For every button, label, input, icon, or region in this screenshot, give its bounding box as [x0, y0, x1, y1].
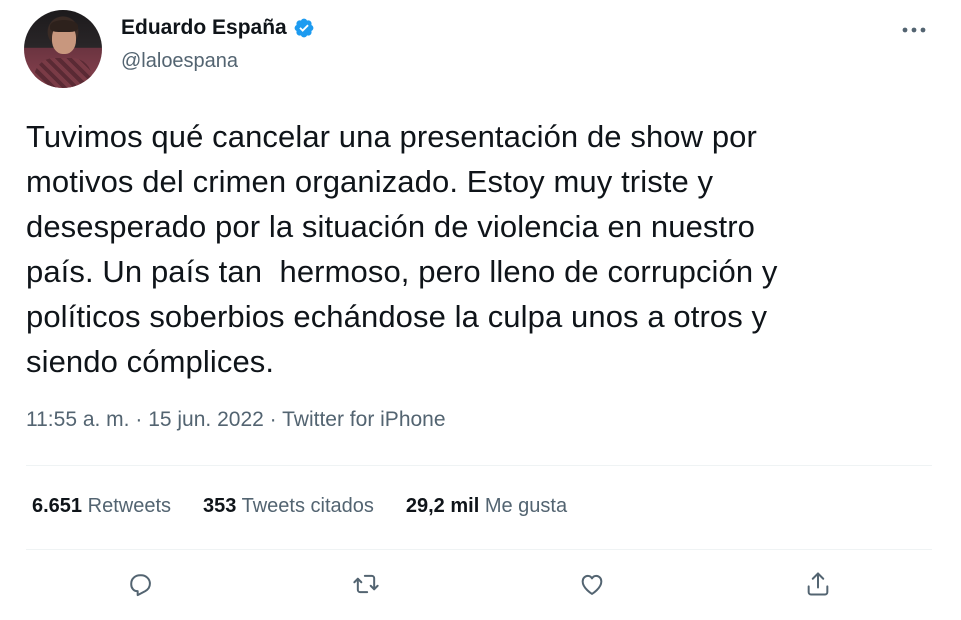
author-handle[interactable]: @laloespana	[121, 50, 238, 73]
like-button[interactable]	[572, 566, 612, 606]
tweet-source[interactable]: Twitter for iPhone	[282, 408, 445, 431]
heart-icon	[578, 570, 606, 603]
likes-count: 29,2 mil	[405, 495, 480, 517]
more-options-icon[interactable]	[896, 18, 932, 42]
tweet-text: Tuvimos qué cancelar una presentación de…	[26, 119, 778, 379]
meta-separator: ·	[269, 408, 277, 431]
share-button[interactable]	[798, 566, 838, 606]
retweets-count: 6.651	[32, 495, 83, 517]
quotes-label: Tweets citados	[241, 495, 374, 517]
tweet-time[interactable]: 11:55 a. m.	[26, 408, 130, 431]
retweets-stat[interactable]: 6.651 Retweets	[32, 495, 171, 518]
likes-label: Me gusta	[484, 495, 568, 517]
reply-button[interactable]	[120, 566, 160, 606]
avatar-shirt	[34, 58, 92, 88]
avatar-hair	[50, 20, 78, 32]
retweet-icon	[351, 570, 381, 603]
tweet-metadata: 11:55 a. m. · 15 jun. 2022 · Twitter for…	[26, 408, 446, 432]
likes-stat[interactable]: 29,2 mil Me gusta	[406, 495, 567, 518]
action-bar	[0, 566, 961, 610]
quotes-stat[interactable]: 353 Tweets citados	[203, 495, 374, 518]
share-icon	[804, 570, 832, 603]
verified-badge-icon	[293, 17, 315, 39]
tweet-card: Eduardo España @laloespana Tuvimos qué c…	[0, 0, 961, 620]
divider-bottom	[26, 549, 932, 550]
quotes-count: 353	[203, 495, 237, 517]
reply-icon	[126, 570, 154, 603]
avatar[interactable]	[24, 10, 102, 88]
divider-top	[26, 465, 932, 466]
meta-separator: ·	[135, 408, 143, 431]
retweet-button[interactable]	[346, 566, 386, 606]
tweet-date[interactable]: 15 jun. 2022	[148, 408, 264, 431]
author-display-name[interactable]: Eduardo España	[121, 16, 287, 40]
engagement-stats: 6.651 Retweets 353 Tweets citados 29,2 m…	[32, 495, 567, 518]
author-name-row: Eduardo España	[121, 16, 315, 40]
retweets-label: Retweets	[87, 495, 171, 517]
